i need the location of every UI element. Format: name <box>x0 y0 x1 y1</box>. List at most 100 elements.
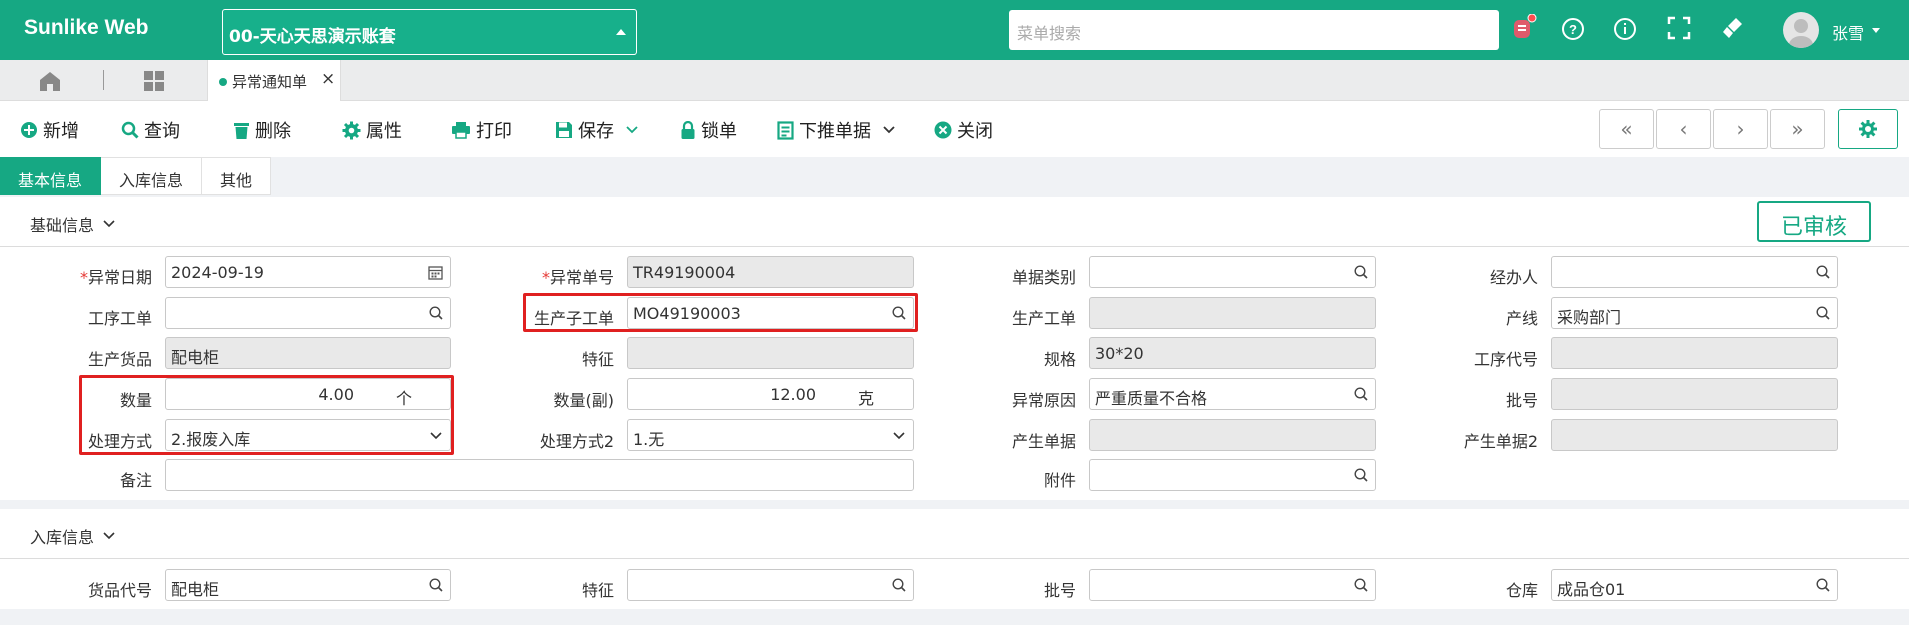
user-name[interactable]: 张雪 <box>1832 20 1864 44</box>
storage-info-header[interactable]: 入库信息 <box>30 524 116 548</box>
exception-no-field: TR49190004 <box>627 256 914 288</box>
item-code-field[interactable]: 配电柜 <box>165 569 451 601</box>
lock-label: 锁单 <box>701 121 737 142</box>
delete-button[interactable]: 删除 <box>233 118 291 142</box>
first-record-button[interactable]: « <box>1599 109 1654 149</box>
doc-type-field[interactable] <box>1089 256 1376 288</box>
search-icon[interactable] <box>429 578 443 592</box>
lock-button[interactable]: 锁单 <box>680 118 737 142</box>
storage-feature-field[interactable] <box>627 569 914 601</box>
push-down-label: 下推单据 <box>799 121 871 142</box>
save-button[interactable]: 保存 <box>555 118 639 142</box>
account-selector[interactable]: 00-天心天思演示账套 <box>222 9 637 55</box>
basic-info-header[interactable]: 基础信息 <box>30 212 116 236</box>
highlight-box <box>79 375 454 455</box>
source-doc2-field <box>1551 419 1838 451</box>
calendar-icon[interactable] <box>428 265 443 280</box>
field-label: *异常日期 <box>79 268 152 287</box>
divider <box>0 558 1909 559</box>
tab-storage-info[interactable]: 入库信息 <box>101 157 203 195</box>
print-button[interactable]: 打印 <box>451 118 512 142</box>
field-label: 处理方式2 <box>539 432 614 451</box>
clean-cache-icon[interactable] <box>1720 14 1750 44</box>
home-icon[interactable] <box>38 70 62 96</box>
field-label: 仓库 <box>1505 581 1538 600</box>
menu-search-input[interactable]: 菜单搜索 <box>1009 10 1499 50</box>
field-label: 经办人 <box>1489 268 1538 287</box>
field-label: 生产货品 <box>87 350 152 369</box>
properties-button[interactable]: 属性 <box>342 118 402 142</box>
search-icon[interactable] <box>1816 265 1830 279</box>
push-down-button[interactable]: 下推单据 <box>777 118 896 142</box>
gear-icon <box>342 121 361 139</box>
printer-icon <box>452 122 470 139</box>
search-icon[interactable] <box>892 578 906 592</box>
search-icon <box>121 121 139 139</box>
search-icon[interactable] <box>1816 306 1830 320</box>
close-button[interactable]: 关闭 <box>934 118 993 142</box>
fullscreen-icon[interactable] <box>1666 14 1696 44</box>
info-icon[interactable] <box>1612 14 1642 44</box>
tab-other[interactable]: 其他 <box>202 157 272 195</box>
source-doc-field <box>1089 419 1376 451</box>
close-circle-icon <box>934 121 952 139</box>
secondary-quantity-unit: 克 <box>858 389 875 408</box>
close-icon[interactable]: × <box>321 69 335 89</box>
previous-record-button[interactable]: ‹ <box>1656 109 1711 149</box>
chevron-down-icon[interactable] <box>625 125 639 135</box>
search-icon[interactable] <box>1816 578 1830 592</box>
gear-icon <box>1859 120 1877 138</box>
field-label: 附件 <box>1043 471 1076 490</box>
feature-field <box>627 337 914 369</box>
chevron-down-icon <box>103 532 115 540</box>
field-label: 异常原因 <box>1011 391 1076 410</box>
help-icon[interactable]: ? <box>1560 14 1590 44</box>
field-label: 批号 <box>1043 581 1076 600</box>
product-field: 配电柜 <box>165 337 451 369</box>
handler-field[interactable] <box>1551 256 1838 288</box>
handling-method2-select[interactable]: 1.无 <box>627 419 914 451</box>
search-icon[interactable] <box>1354 578 1368 592</box>
field-label: 工序工单 <box>87 309 152 328</box>
properties-label: 属性 <box>366 121 402 142</box>
storage-batch-field[interactable] <box>1089 569 1376 601</box>
field-label: 生产工单 <box>1011 309 1076 328</box>
chevron-down-icon[interactable] <box>1872 28 1880 33</box>
attachment-field[interactable] <box>1089 459 1376 491</box>
next-record-button[interactable]: › <box>1713 109 1768 149</box>
floppy-icon <box>556 122 572 138</box>
field-label: 特征 <box>581 350 614 369</box>
line-field[interactable]: 采购部门 <box>1551 297 1838 329</box>
active-dot-icon <box>219 78 227 86</box>
reason-field[interactable]: 严重质量不合格 <box>1089 378 1376 410</box>
query-button[interactable]: 查询 <box>121 118 180 142</box>
field-label: 批号 <box>1505 391 1538 410</box>
remark-field[interactable] <box>165 459 914 491</box>
search-icon[interactable] <box>1354 265 1368 279</box>
secondary-quantity-field[interactable]: 12.00 克 <box>627 378 914 410</box>
print-label: 打印 <box>476 121 512 142</box>
plus-circle-icon <box>21 122 37 138</box>
last-record-button[interactable]: » <box>1770 109 1825 149</box>
search-icon[interactable] <box>1354 468 1368 482</box>
search-icon[interactable] <box>1354 387 1368 401</box>
tab-basic-info[interactable]: 基本信息 <box>0 157 102 195</box>
warehouse-field[interactable]: 成品仓01 <box>1551 569 1838 601</box>
spec-field: 30*20 <box>1089 337 1376 369</box>
process-order-field[interactable] <box>165 297 451 329</box>
field-label: 货品代号 <box>87 581 152 600</box>
field-label: 数量(副) <box>553 391 615 410</box>
divider <box>0 246 1909 247</box>
save-label: 保存 <box>578 121 614 142</box>
highlight-box <box>523 293 918 332</box>
tab-exception-notice[interactable]: 异常通知单 × <box>207 60 341 101</box>
exception-date-field[interactable]: 2024-09-19 <box>165 256 451 288</box>
search-icon[interactable] <box>429 306 443 320</box>
chevron-down-icon <box>103 220 115 228</box>
settings-button[interactable] <box>1838 109 1898 149</box>
add-button[interactable]: 新增 <box>20 118 79 142</box>
avatar[interactable] <box>1783 12 1819 48</box>
grid-menu-icon[interactable] <box>143 70 165 96</box>
query-label: 查询 <box>144 121 180 142</box>
notification-icon[interactable] <box>1508 13 1538 44</box>
